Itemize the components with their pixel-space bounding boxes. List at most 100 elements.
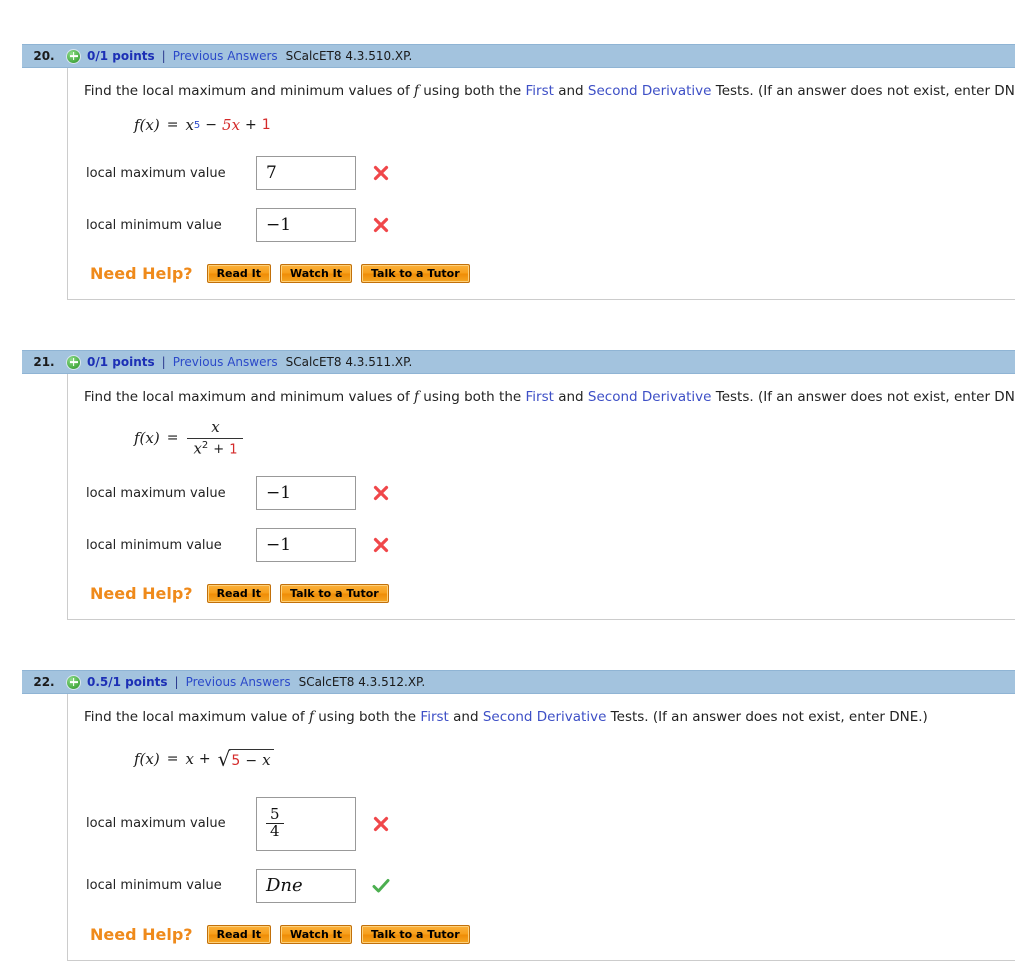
need-help-label: Need Help? [90, 584, 193, 603]
answer-fraction-denominator: 4 [266, 823, 284, 840]
formula-exponent: 5 [194, 120, 200, 131]
answer-input[interactable]: 54 [256, 797, 356, 851]
formula-lhs: f(x) [134, 429, 160, 447]
answer-row: local maximum value−1 [86, 476, 1015, 510]
answer-input[interactable]: Dne [256, 869, 356, 903]
question-body: Find the local maximum and minimum value… [67, 374, 1015, 620]
question-body: Find the local maximum value of f using … [67, 694, 1015, 960]
question-body: Find the local maximum and minimum value… [67, 68, 1015, 300]
incorrect-cross-icon [368, 165, 394, 181]
expand-plus-icon[interactable] [66, 675, 81, 690]
answer-fraction-numerator: 5 [266, 807, 284, 823]
prompt-text-part: Tests. (If an answer does not exist, ent… [711, 389, 1015, 405]
answer-fraction: 54 [266, 807, 284, 840]
help-button-talk-to-a-tutor[interactable]: Talk to a Tutor [361, 925, 470, 944]
denominator-plus: + [213, 442, 224, 457]
answer-input[interactable]: −1 [256, 208, 356, 242]
need-help-label: Need Help? [90, 925, 193, 944]
help-button-watch-it[interactable]: Watch It [280, 264, 352, 283]
answer-row: local maximum value 54 [86, 797, 1015, 851]
answer-row: local maximum value7 [86, 156, 1015, 190]
formula-equals: = [167, 751, 179, 767]
answer-input[interactable]: 7 [256, 156, 356, 190]
previous-answers-link[interactable]: Previous Answers [173, 355, 278, 369]
question-header: 20.0/1 points|Previous AnswersSCalcET8 4… [22, 44, 1015, 68]
help-button-watch-it[interactable]: Watch It [280, 925, 352, 944]
formula-fraction: xx2+1 [187, 419, 243, 457]
answer-input[interactable]: −1 [256, 476, 356, 510]
answer-row: local minimum value−1 [86, 208, 1015, 242]
previous-answers-link[interactable]: Previous Answers [173, 49, 278, 63]
prompt-text-part: Tests. (If an answer does not exist, ent… [711, 83, 1015, 99]
need-help-label: Need Help? [90, 264, 193, 283]
formula-plus: + [245, 117, 257, 133]
prompt-text-part: and [554, 83, 588, 99]
question-number: 22. [22, 675, 66, 689]
formula-lhs: f(x) [134, 116, 160, 134]
answer-value: −1 [266, 535, 291, 555]
function-formula: f(x)=x5−5x+1 [134, 112, 1015, 138]
square-root: √5−x [218, 749, 274, 769]
radicand-operator: − [245, 753, 257, 769]
first-derivative-link[interactable]: First [420, 709, 448, 725]
denominator-term: 1 [229, 442, 237, 457]
answer-value: −1 [266, 483, 291, 503]
answer-row: local minimum value−1 [86, 528, 1015, 562]
correct-checkmark-icon [368, 877, 394, 895]
formula-minus: − [205, 117, 217, 133]
prompt-text-part: Find the local maximum and minimum value… [84, 83, 414, 99]
denominator-base: x [193, 439, 201, 457]
points-earned: 0/1 points [87, 355, 155, 369]
prompt-text-part: using both the [419, 83, 525, 99]
question-header: 21.0/1 points|Previous AnswersSCalcET8 4… [22, 350, 1015, 374]
answer-input[interactable]: −1 [256, 528, 356, 562]
question-body-inner: Find the local maximum and minimum value… [68, 68, 1015, 283]
incorrect-cross-icon [368, 217, 394, 233]
first-derivative-link[interactable]: First [525, 389, 553, 405]
formula-base: x [185, 116, 193, 134]
expand-plus-icon[interactable] [66, 355, 81, 370]
problem-spacer [0, 620, 1015, 670]
points-earned: 0.5/1 points [87, 675, 168, 689]
points-earned: 0/1 points [87, 49, 155, 63]
answer-label: local minimum value [86, 878, 256, 893]
help-button-read-it[interactable]: Read It [207, 925, 271, 944]
need-help-row: Need Help? Read It Watch It Talk to a Tutor [90, 264, 1015, 283]
problem-spacer [0, 0, 1015, 44]
need-help-row: Need Help? Read It Watch It Talk to a Tutor [90, 925, 1015, 944]
problem-block: 20.0/1 points|Previous AnswersSCalcET8 4… [0, 44, 1015, 300]
fraction-numerator: x [205, 419, 225, 437]
incorrect-cross-icon [368, 485, 394, 501]
first-derivative-link[interactable]: First [525, 83, 553, 99]
help-button-read-it[interactable]: Read It [207, 584, 271, 603]
problem-list: 20. 0/1 points | Previous Answers SCalcET8 4… [0, 0, 1015, 961]
radicand-variable: x [262, 751, 270, 769]
formula-equals: = [167, 430, 179, 446]
question-number: 20. [22, 49, 66, 63]
need-help-row: Need Help? Read It Talk to a Tutor [90, 584, 1015, 603]
second-derivative-link[interactable]: Second Derivative [588, 389, 712, 405]
help-button-talk-to-a-tutor[interactable]: Talk to a Tutor [361, 264, 470, 283]
help-button-read-it[interactable]: Read It [207, 264, 271, 283]
formula-term-2: 5x [222, 116, 240, 134]
second-derivative-link[interactable]: Second Derivative [588, 83, 712, 99]
prompt-text-part: Find the local maximum value of [84, 709, 309, 725]
second-derivative-link[interactable]: Second Derivative [483, 709, 607, 725]
separator: | [162, 49, 166, 63]
denominator-exponent: 2 [202, 440, 208, 451]
homework-page: 20. 0/1 points | Previous Answers SCalcET8 4… [0, 0, 1015, 961]
formula-lhs: f(x) [134, 750, 160, 768]
question-id: SCalcET8 4.3.512.XP. [299, 675, 426, 689]
prompt-text-part: Tests. (If an answer does not exist, ent… [606, 709, 927, 725]
expand-plus-icon[interactable] [66, 49, 81, 64]
answer-label: local maximum value [86, 816, 256, 831]
answer-row: local minimum valueDne [86, 869, 1015, 903]
separator: | [162, 355, 166, 369]
help-button-talk-to-a-tutor[interactable]: Talk to a Tutor [280, 584, 389, 603]
function-formula: f(x)=xx2+1 [134, 418, 1015, 458]
previous-answers-link[interactable]: Previous Answers [186, 675, 291, 689]
question-body-inner: Find the local maximum and minimum value… [68, 374, 1015, 603]
answer-label: local minimum value [86, 218, 256, 233]
separator: | [175, 675, 179, 689]
prompt-text-part: and [554, 389, 588, 405]
